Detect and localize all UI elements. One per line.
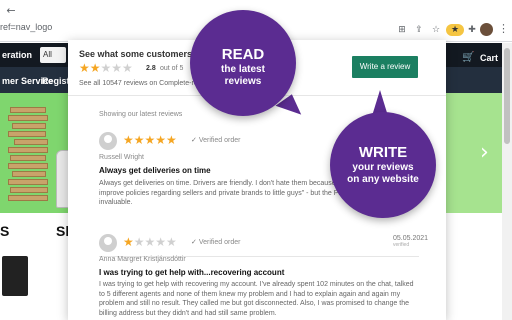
profile-avatar[interactable] <box>480 23 493 36</box>
review-body: I was trying to get help with recovering… <box>99 281 414 317</box>
review-stars: ★★★★★ <box>123 235 177 249</box>
address-bar-url[interactable]: ref=nav_logo <box>0 22 52 32</box>
search-category-select[interactable]: All <box>40 47 66 63</box>
extension-active-icon[interactable]: ★ <box>446 24 464 36</box>
review-date: 05.05.2021 <box>393 235 429 242</box>
write-badge-heading: WRITE <box>358 144 408 161</box>
review-title: I was trying to get help with...recoveri… <box>99 268 285 277</box>
rating-suffix: out of 5 <box>160 65 184 72</box>
read-badge-heading: READ <box>221 46 265 63</box>
reviewer-name: Russell Wright <box>99 154 144 161</box>
overall-rating-stars: ★★★★★ <box>79 61 133 75</box>
store-nav-text[interactable]: eration <box>2 50 32 60</box>
translate-icon[interactable]: ⊞ <box>396 24 408 36</box>
reviewer-avatar <box>99 132 117 150</box>
cart-icon: 🛒 <box>462 52 475 63</box>
share-icon[interactable]: ⇪ <box>413 24 425 36</box>
keyboard-product-image <box>2 256 28 296</box>
write-badge-line2: on any website <box>347 174 419 185</box>
review-date-note: verified <box>393 242 410 248</box>
showing-latest-label: Showing our latest reviews <box>99 111 183 118</box>
menu-kebab-icon[interactable]: ⋮ <box>498 22 509 35</box>
verified-badge: ✓ Verified order <box>191 238 241 246</box>
extensions-puzzle-icon[interactable]: ✚ <box>466 24 478 36</box>
back-icon[interactable]: ← <box>4 4 18 18</box>
write-review-button[interactable]: Write a review <box>352 56 418 78</box>
write-reviews-badge: WRITE your reviews on any website <box>330 112 436 218</box>
reviewer-avatar <box>99 234 117 252</box>
verified-badge: ✓ Verified order <box>191 136 241 144</box>
read-badge-line1: the latest <box>221 64 265 75</box>
jenga-tower-image <box>8 103 50 203</box>
product-card-right[interactable] <box>446 213 502 320</box>
write-badge-line1: your reviews <box>352 162 414 173</box>
reviewer-name: Anna Margret Kristjánsdóttir <box>99 256 186 263</box>
verified-check-icon: ✓ <box>191 136 197 144</box>
read-badge-line2: reviews <box>224 76 262 87</box>
review-item: ★★★★★ ✓ Verified order 05.05.2021 verifi… <box>99 234 428 320</box>
cart-label: Cart <box>480 53 499 63</box>
see-all-reviews-link[interactable]: See all 10547 reviews on Complete-revi <box>79 80 203 87</box>
review-title: Always get deliveries on time <box>99 166 211 175</box>
read-reviews-badge: READ the latest reviews <box>190 10 296 116</box>
review-stars: ★★★★★ <box>123 133 177 147</box>
product-card-title: S <box>0 223 10 239</box>
bookmark-star-icon[interactable]: ☆ <box>430 24 442 36</box>
carousel-next-icon[interactable]: › <box>480 140 489 165</box>
verified-check-icon: ✓ <box>191 238 197 246</box>
rating-value: 2.8 <box>146 65 156 72</box>
page-scrollbar-thumb[interactable] <box>504 48 510 144</box>
popup-title: See what some customers are <box>79 49 209 59</box>
